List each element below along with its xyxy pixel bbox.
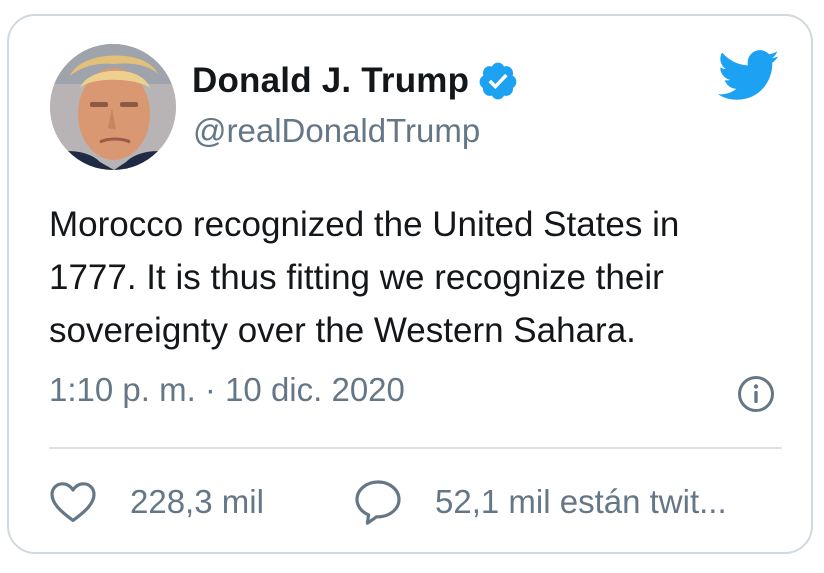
tweet-card[interactable]: Donald J. Trump @realDonaldTrump Morocco… bbox=[7, 14, 813, 554]
info-icon[interactable] bbox=[736, 374, 776, 414]
verified-badge-icon bbox=[479, 62, 517, 100]
author-name-row: Donald J. Trump bbox=[192, 56, 519, 106]
author-handle[interactable]: @realDonaldTrump bbox=[193, 112, 480, 150]
reply-count: 52,1 mil están twit... bbox=[435, 483, 727, 520]
reply-button[interactable]: 52,1 mil están twit... bbox=[353, 472, 727, 532]
divider bbox=[49, 447, 782, 449]
tweet-timestamp[interactable]: 1:10 p. m. · 10 dic. 2020 bbox=[49, 371, 405, 409]
tweet-text: Morocco recognized the United States in … bbox=[49, 205, 680, 350]
heart-icon bbox=[50, 482, 96, 522]
tweet-actions: 228,3 mil 52,1 mil están twit... bbox=[49, 472, 789, 532]
speech-bubble-icon bbox=[355, 480, 401, 525]
avatar[interactable] bbox=[50, 44, 176, 170]
like-count: 228,3 mil bbox=[130, 483, 264, 520]
display-name[interactable]: Donald J. Trump bbox=[192, 61, 469, 101]
twitter-bird-icon[interactable] bbox=[718, 49, 780, 103]
like-button[interactable]: 228,3 mil bbox=[49, 472, 264, 532]
avatar-image bbox=[50, 44, 176, 170]
